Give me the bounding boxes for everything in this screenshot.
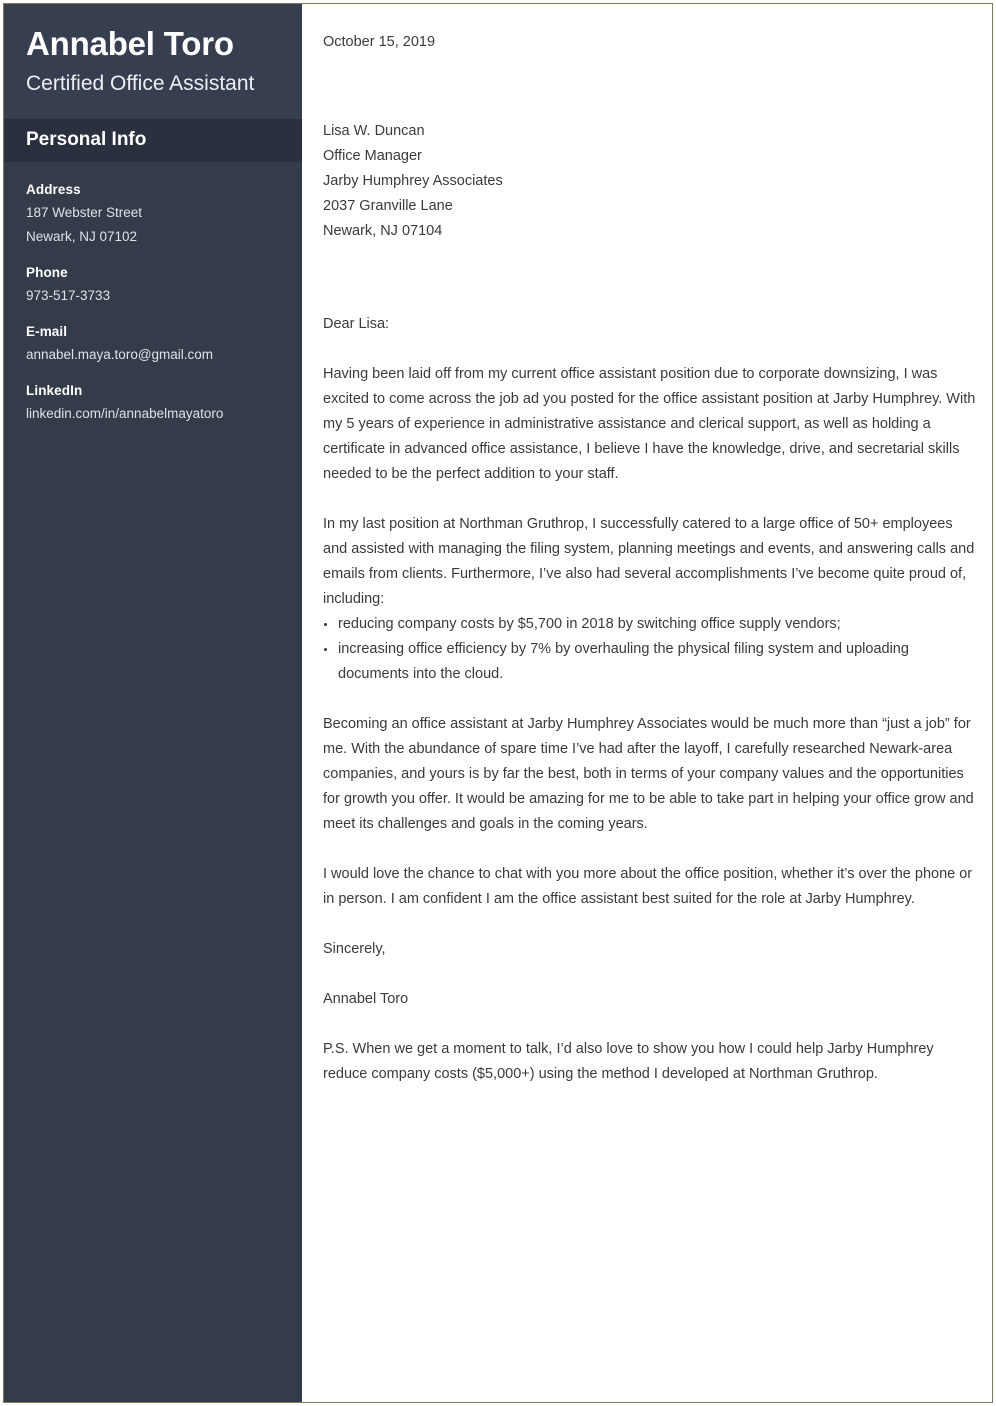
letter-content-column: October 15, 2019 Lisa W. Duncan Office M… [323, 31, 976, 1087]
postscript: P.S. When we get a moment to talk, I’d a… [323, 1041, 934, 1082]
signature-name: Annabel Toro [323, 991, 409, 1007]
list-item: increasing office efficiency by 7% by ov… [323, 637, 976, 687]
contact-label-address: Address [26, 182, 81, 197]
closing-salutation: Sincerely, [323, 941, 386, 957]
paragraph-3: Becoming an office assistant at Jarby Hu… [323, 716, 974, 832]
contact-value-email[interactable]: annabel.maya.toro@gmail.com [26, 343, 280, 367]
page-frame: Annabel Toro Certified Office Assistant … [3, 3, 993, 1403]
contact-group-address: Address 187 Webster Street Newark, NJ 07… [26, 180, 280, 249]
contact-group-email: E-mail annabel.maya.toro@gmail.com [26, 322, 280, 367]
recipient-block: Lisa W. Duncan Office Manager Jarby Hump… [323, 119, 976, 244]
sidebar-header: Annabel Toro Certified Office Assistant [4, 4, 302, 119]
paragraph-4: I would love the chance to chat with you… [323, 866, 973, 907]
contact-label-linkedin: LinkedIn [26, 383, 83, 398]
contact-label-email: E-mail [26, 324, 68, 339]
accomplishments-list: reducing company costs by $5,700 in 2018… [323, 612, 976, 687]
sidebar: Annabel Toro Certified Office Assistant … [4, 4, 302, 1402]
letter-date: October 15, 2019 [323, 34, 436, 50]
contact-value-address-line1: 187 Webster Street [26, 205, 143, 220]
applicant-name: Annabel Toro [26, 25, 234, 62]
contact-value-address-line2: Newark, NJ 07102 [26, 229, 138, 244]
applicant-job-title: Certified Office Assistant [26, 72, 255, 95]
contact-label-phone: Phone [26, 265, 68, 280]
list-item: reducing company costs by $5,700 in 2018… [323, 612, 976, 637]
contact-group-phone: Phone 973-517-3733 [26, 263, 280, 308]
sidebar-contact-list: Address 187 Webster Street Newark, NJ 07… [4, 162, 302, 1402]
contact-group-linkedin: LinkedIn linkedin.com/in/annabelmayatoro [26, 381, 280, 426]
contact-value-phone[interactable]: 973-517-3733 [26, 284, 280, 308]
personal-info-band: Personal Info [4, 119, 302, 162]
recipient-name: Lisa W. Duncan [323, 123, 425, 139]
personal-info-heading: Personal Info [26, 129, 147, 150]
letter-body: October 15, 2019 Lisa W. Duncan Office M… [302, 4, 992, 1402]
recipient-company: Jarby Humphrey Associates [323, 173, 503, 189]
recipient-title: Office Manager [323, 148, 422, 164]
paragraph-1: Having been laid off from my current off… [323, 366, 976, 482]
salutation: Dear Lisa: [323, 316, 390, 332]
recipient-city-state-zip: Newark, NJ 07104 [323, 223, 443, 239]
paragraph-2: In my last position at Northman Gruthrop… [323, 516, 975, 607]
cover-letter-page: Annabel Toro Certified Office Assistant … [0, 0, 996, 1406]
recipient-street: 2037 Granville Lane [323, 198, 453, 214]
contact-value-linkedin[interactable]: linkedin.com/in/annabelmayatoro [26, 402, 280, 426]
